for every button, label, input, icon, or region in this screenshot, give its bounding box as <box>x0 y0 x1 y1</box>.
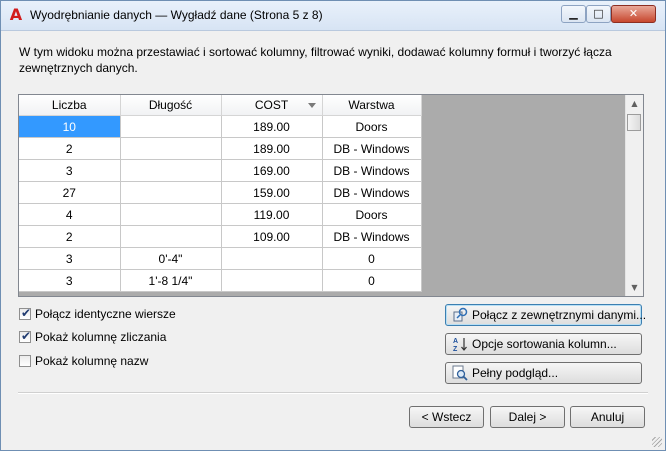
table-row[interactable]: 3 0'-4" 0 <box>19 247 422 270</box>
button-label: Pełny podgląd... <box>472 366 559 380</box>
preview-magnifier-icon <box>452 365 468 381</box>
column-sort-options-button[interactable]: A Z Opcje sortowania kolumn... <box>445 333 642 355</box>
button-label: Opcje sortowania kolumn... <box>472 337 617 351</box>
checkbox-box[interactable] <box>19 355 31 367</box>
minimize-icon: ▁ <box>569 7 578 20</box>
checkbox-box[interactable]: ✔ <box>19 306 32 320</box>
svg-text:A: A <box>453 338 458 345</box>
window-title: Wyodrębnianie danych — Wygładź dane (Str… <box>30 8 323 22</box>
cell-count[interactable]: 4 <box>19 203 121 226</box>
autocad-app-icon: A <box>9 5 23 24</box>
maximize-icon: □ <box>593 7 604 20</box>
dialog-window: A Wyodrębnianie danych — Wygładź dane (S… <box>0 0 666 451</box>
table-row[interactable]: 27 159.00 DB - Windows <box>19 181 422 204</box>
cell-layer[interactable]: DB - Windows <box>322 225 422 248</box>
cell-count[interactable]: 3 <box>19 269 121 292</box>
next-button[interactable]: Dalej > <box>490 406 565 428</box>
full-preview-button[interactable]: Pełny podgląd... <box>445 362 642 384</box>
checkbox-label: Połącz identyczne wiersze <box>35 307 176 321</box>
resize-grip-icon[interactable] <box>652 437 662 447</box>
table-row[interactable]: 10 189.00 Doors <box>19 115 422 138</box>
cell-count[interactable]: 10 <box>19 115 121 138</box>
button-label: < Wstecz <box>421 410 472 424</box>
link-external-data-button[interactable]: Połącz z zewnętrznymi danymi... <box>445 304 646 326</box>
column-header-cost[interactable]: COST <box>221 95 323 116</box>
cell-layer[interactable]: DB - Windows <box>322 137 422 160</box>
cell-cost[interactable] <box>221 269 323 292</box>
cell-cost[interactable]: 109.00 <box>221 225 323 248</box>
scroll-thumb[interactable] <box>627 114 641 131</box>
close-icon: ✕ <box>628 7 639 20</box>
data-table: Liczba Długość COST Warstwa 10 189.00 Door… <box>19 95 422 292</box>
cell-length[interactable] <box>120 225 222 248</box>
table-row[interactable]: 3 1'-8 1/4" 0 <box>19 269 422 292</box>
table-row[interactable]: 3 169.00 DB - Windows <box>19 159 422 182</box>
vertical-scrollbar[interactable]: ▲ ▼ <box>625 95 643 296</box>
link-data-icon <box>453 307 468 322</box>
cell-length[interactable] <box>120 159 222 182</box>
cell-layer[interactable]: Doors <box>322 115 422 138</box>
table-row[interactable]: 2 109.00 DB - Windows <box>19 225 422 248</box>
cell-length[interactable] <box>120 137 222 160</box>
cell-count[interactable]: 3 <box>19 159 121 182</box>
table-row[interactable]: 4 119.00 Doors <box>19 203 422 226</box>
cell-cost[interactable]: 189.00 <box>221 115 323 138</box>
cell-cost[interactable]: 189.00 <box>221 137 323 160</box>
cell-cost[interactable]: 159.00 <box>221 181 323 204</box>
cell-count[interactable]: 2 <box>19 225 121 248</box>
page-description: W tym widoku można przestawiać i sortowa… <box>19 45 612 75</box>
cell-layer[interactable]: DB - Windows <box>322 159 422 182</box>
column-header-layer[interactable]: Warstwa <box>322 95 422 116</box>
cell-length[interactable]: 0'-4" <box>120 247 222 270</box>
sort-indicator-icon <box>307 103 316 108</box>
data-grid[interactable]: Liczba Długość COST Warstwa 10 189.00 Door… <box>18 94 644 297</box>
button-label: Dalej > <box>508 410 547 424</box>
cell-length[interactable]: 1'-8 1/4" <box>120 269 222 292</box>
button-label: Anuluj <box>590 410 625 424</box>
back-button[interactable]: < Wstecz <box>409 406 484 428</box>
cell-layer[interactable]: DB - Windows <box>322 181 422 204</box>
cell-length[interactable] <box>120 181 222 204</box>
checkbox-label: Pokaż kolumnę nazw <box>35 354 149 368</box>
cell-cost[interactable]: 169.00 <box>221 159 323 182</box>
column-header-label: COST <box>254 98 289 112</box>
scroll-up-icon[interactable]: ▲ <box>626 95 643 112</box>
cell-count[interactable]: 27 <box>19 181 121 204</box>
svg-text:Z: Z <box>453 346 458 352</box>
checkbox-box[interactable]: ✔ <box>19 329 32 343</box>
maximize-button[interactable]: □ <box>586 5 611 23</box>
sort-az-icon: A Z <box>453 338 467 352</box>
cell-cost[interactable] <box>221 247 323 270</box>
cell-count[interactable]: 3 <box>19 247 121 270</box>
checkmark-icon: ✔ <box>21 329 32 343</box>
column-header-length[interactable]: Długość <box>120 95 222 116</box>
minimize-button[interactable]: ▁ <box>561 5 586 23</box>
cell-layer[interactable]: 0 <box>322 247 422 270</box>
scroll-down-icon[interactable]: ▼ <box>626 279 643 296</box>
cell-count[interactable]: 2 <box>19 137 121 160</box>
cell-layer[interactable]: 0 <box>322 269 422 292</box>
title-bar: A Wyodrębnianie danych — Wygładź dane (S… <box>1 1 665 31</box>
column-header-count[interactable]: Liczba <box>19 95 121 116</box>
cell-layer[interactable]: Doors <box>322 203 422 226</box>
checkbox-label: Pokaż kolumnę zliczania <box>35 330 167 344</box>
cancel-button[interactable]: Anuluj <box>570 406 645 428</box>
footer-separator <box>18 392 648 394</box>
button-label: Połącz z zewnętrznymi danymi... <box>472 308 647 322</box>
table-row[interactable]: 2 189.00 DB - Windows <box>19 137 422 160</box>
close-button[interactable]: ✕ <box>611 5 656 23</box>
cell-length[interactable] <box>120 115 222 138</box>
checkmark-icon: ✔ <box>21 306 32 320</box>
cell-length[interactable] <box>120 203 222 226</box>
cell-cost[interactable]: 119.00 <box>221 203 323 226</box>
